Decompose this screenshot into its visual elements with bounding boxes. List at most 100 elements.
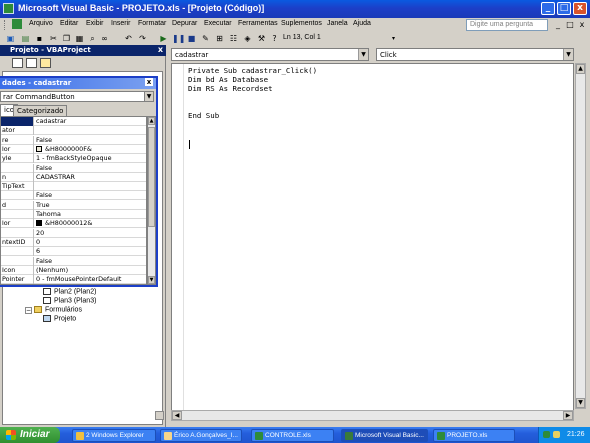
property-value[interactable]: &H8000000F& (36, 145, 146, 154)
menu-ajuda[interactable]: Ajuda (353, 20, 371, 27)
task-windows-explorer[interactable]: 2 Windows Explorer (72, 429, 156, 442)
redo-icon[interactable]: ↷ (137, 33, 148, 44)
child-minimize-button[interactable]: _ (553, 20, 563, 30)
cut-icon[interactable]: ✂ (48, 33, 59, 44)
task-erico-document[interactable]: Érico A.Gonçalves_I... (160, 429, 242, 442)
property-value[interactable]: Tahoma (36, 210, 146, 219)
property-row[interactable]: yle 1 - fmBackStyleOpaque (1, 154, 146, 164)
menu-gripper[interactable] (4, 20, 7, 30)
properties-scrollbar[interactable]: ▲ ▼ (147, 116, 156, 285)
task-projeto-xls[interactable]: PROJETO.xls (433, 429, 515, 442)
toggle-folders-icon[interactable] (40, 58, 51, 68)
collapse-toggle[interactable]: − (25, 307, 32, 314)
menu-inserir[interactable]: Inserir (111, 20, 130, 27)
clock[interactable]: 21:26 (567, 431, 585, 438)
procedure-combobox[interactable]: Click ▼ (376, 48, 574, 61)
help-icon[interactable]: ? (269, 33, 280, 44)
property-value[interactable]: 1 - fmBackStyleOpaque (36, 154, 146, 163)
scroll-right-arrow-icon[interactable]: ▶ (563, 411, 573, 420)
property-value[interactable]: False (36, 136, 146, 145)
property-value[interactable]: True (36, 201, 146, 210)
find-icon[interactable]: ⌕ (87, 33, 98, 44)
code-line[interactable]: Dim RS As Recordset (188, 84, 273, 93)
minimize-button[interactable]: _ (541, 2, 555, 15)
property-row[interactable]: Tahoma (1, 210, 146, 219)
code-editor[interactable]: Private Sub cadastrar_Click() Dim bd As … (171, 63, 574, 421)
tab-categorizado[interactable]: Categorizado (13, 105, 68, 116)
tray-network-icon[interactable] (553, 431, 560, 438)
property-row[interactable]: 6 (1, 247, 146, 257)
property-row[interactable]: 20 (1, 228, 146, 238)
undo-icon[interactable]: ↶ (123, 33, 134, 44)
property-value[interactable]: 0 - fmMousePointerDefault (36, 275, 146, 284)
toolbar-options-icon[interactable]: ▾ (388, 33, 399, 44)
scroll-down-arrow-icon[interactable]: ▼ (576, 398, 585, 408)
property-value[interactable]: 6 (36, 247, 146, 256)
property-row[interactable]: n CADASTRAR (1, 172, 146, 182)
property-value[interactable]: 0 (36, 238, 146, 247)
project-explorer-close-button[interactable]: x (158, 45, 163, 54)
property-row[interactable]: ntextID 0 (1, 237, 146, 247)
code-line[interactable]: End Sub (188, 111, 219, 120)
property-row[interactable]: TipText (1, 182, 146, 192)
chevron-down-icon[interactable]: ▼ (358, 49, 368, 60)
design-mode-icon[interactable]: ✎ (200, 33, 211, 44)
property-row[interactable]: d True (1, 200, 146, 210)
project-explorer-icon[interactable]: ⊞ (214, 33, 225, 44)
chevron-down-icon[interactable]: ▼ (563, 49, 573, 60)
property-row[interactable]: ator (1, 126, 146, 136)
property-value[interactable]: (Nenhum) (36, 266, 146, 275)
reset-icon[interactable]: ■ (186, 33, 197, 44)
chevron-down-icon[interactable]: ▼ (144, 92, 153, 101)
object-browser-icon[interactable]: ◈ (242, 33, 253, 44)
scroll-up-arrow-icon[interactable]: ▲ (148, 117, 155, 125)
menu-arquivo[interactable]: Arquivo (29, 20, 53, 27)
excel-icon[interactable] (12, 19, 22, 29)
properties-close-button[interactable]: x (145, 78, 153, 86)
tree-item-formularios[interactable]: Formulários (34, 306, 82, 313)
code-vertical-scrollbar[interactable]: ▲ ▼ (575, 63, 586, 409)
start-button[interactable]: Iniciar (0, 427, 60, 443)
child-close-button[interactable]: x (577, 20, 587, 30)
tree-item-plan2[interactable]: Plan2 (Plan2) (43, 288, 96, 295)
menu-editar[interactable]: Editar (60, 20, 78, 27)
menu-ferramentas[interactable]: Ferramentas (238, 20, 278, 27)
task-visual-basic[interactable]: Microsoft Visual Basic... (341, 429, 428, 442)
property-row[interactable]: lor &H80000012& (1, 219, 146, 229)
project-explorer-title[interactable]: Projeto - VBAProject x (0, 45, 166, 56)
property-row[interactable]: lor &H8000000F& (1, 144, 146, 154)
property-value[interactable] (36, 126, 146, 135)
property-value[interactable]: CADASTRAR (36, 173, 146, 182)
property-value[interactable] (36, 182, 146, 191)
menu-janela[interactable]: Janela (327, 20, 348, 27)
task-controle-xls[interactable]: CONTROLE.xls (251, 429, 334, 442)
menu-exibir[interactable]: Exibir (86, 20, 104, 27)
menu-executar[interactable]: Executar (204, 20, 232, 27)
view-code-icon[interactable] (12, 58, 23, 68)
tree-item-projeto[interactable]: Projeto (43, 315, 76, 322)
scroll-up-arrow-icon[interactable]: ▲ (576, 64, 585, 74)
object-combobox[interactable]: cadastrar ▼ (171, 48, 369, 61)
scroll-left-arrow-icon[interactable]: ◀ (172, 411, 182, 420)
vb-app-icon[interactable] (3, 3, 14, 14)
toolbox-icon[interactable]: ⚒ (256, 33, 267, 44)
code-line[interactable]: Private Sub cadastrar_Click() (188, 66, 317, 75)
properties-title-bar[interactable]: dades - cadastrar x (0, 78, 156, 89)
properties-window-icon[interactable]: ☷ (228, 33, 239, 44)
help-question-input[interactable]: Digite uma pergunta (466, 19, 548, 31)
menu-depurar[interactable]: Depurar (172, 20, 197, 27)
code-horizontal-scrollbar[interactable]: ◀ ▶ (171, 410, 574, 421)
procedure-view-button[interactable] (155, 411, 164, 420)
property-row[interactable]: Icon (Nenhum) (1, 265, 146, 275)
property-value[interactable]: False (36, 191, 146, 200)
tree-item-plan3[interactable]: Plan3 (Plan3) (43, 297, 96, 304)
menu-suplementos[interactable]: Suplementos (281, 20, 322, 27)
property-row[interactable]: cadastrar (1, 117, 146, 126)
copy-icon[interactable]: ❐ (61, 33, 72, 44)
view-excel-icon[interactable]: ▣ (5, 33, 16, 44)
scroll-down-arrow-icon[interactable]: ▼ (148, 276, 155, 284)
property-row[interactable]: False (1, 163, 146, 173)
paste-icon[interactable]: ▦ (74, 33, 85, 44)
property-value[interactable]: &H80000012& (36, 219, 146, 228)
property-row[interactable]: Pointer 0 - fmMousePointerDefault (1, 275, 146, 284)
